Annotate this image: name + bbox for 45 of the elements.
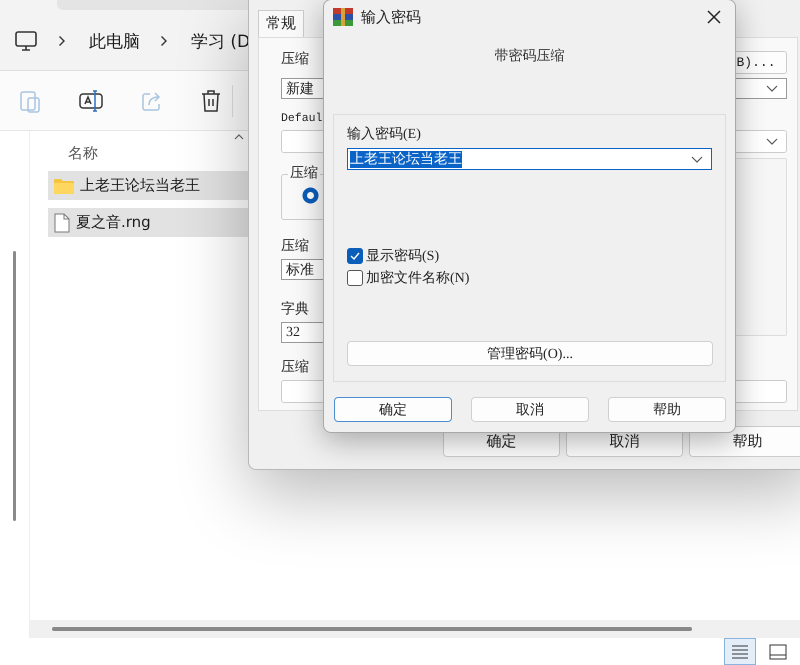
- computer-icon[interactable]: [14, 30, 38, 52]
- dialog-heading: 带密码压缩: [494, 48, 566, 66]
- details-view-button[interactable]: [724, 638, 756, 665]
- field-label: 压缩: [281, 238, 309, 256]
- tab[interactable]: 常规: [258, 10, 304, 37]
- scrollbar[interactable]: [13, 251, 16, 521]
- books-icon: [333, 8, 353, 26]
- breadcrumb-item[interactable]: 此电脑: [89, 30, 140, 52]
- chevron-down-icon: [691, 156, 703, 162]
- preview-pane-icon: [769, 644, 787, 660]
- checkbox[interactable]: [347, 270, 363, 286]
- manage-passwords-button[interactable]: 管理密码(O)...: [347, 341, 713, 366]
- field-label: 字典: [281, 301, 309, 319]
- checkbox[interactable]: [347, 248, 363, 264]
- checkbox-label[interactable]: 显示密码(S): [366, 247, 440, 265]
- field-label: Defaul: [281, 112, 322, 127]
- trash-icon[interactable]: [201, 88, 221, 112]
- radio-button[interactable]: [302, 187, 319, 204]
- sort-caret-icon: [234, 134, 244, 140]
- dialog-button[interactable]: 帮助: [689, 426, 800, 457]
- field-label: 压缩: [281, 359, 309, 377]
- chevron-right-icon: [160, 35, 168, 47]
- scrollbar[interactable]: [52, 627, 692, 631]
- dialog-button[interactable]: 确定: [334, 397, 452, 422]
- dialog-button[interactable]: 帮助: [608, 397, 726, 422]
- column-header[interactable]: 名称: [68, 144, 98, 162]
- close-icon[interactable]: [707, 10, 721, 24]
- file-name: 上老王论坛当老王: [80, 176, 200, 195]
- list-icon: [732, 644, 748, 658]
- chevron-down-icon: [766, 138, 778, 145]
- chevron-right-icon: [58, 35, 66, 47]
- password-field[interactable]: 上老王论坛当老王: [347, 148, 712, 170]
- field-label: 输入密码(E): [347, 125, 422, 143]
- rename-icon[interactable]: [79, 88, 103, 112]
- file-row[interactable]: 夏之音.rng: [48, 208, 248, 237]
- chevron-down-icon: [766, 85, 778, 92]
- dialog-button[interactable]: 取消: [471, 397, 589, 422]
- folder-icon: [54, 178, 74, 194]
- checkbox-label[interactable]: 加密文件名称(N): [366, 269, 470, 287]
- field-label: 压缩: [281, 50, 309, 68]
- window-title: 输入密码: [361, 8, 421, 26]
- document-icon: [54, 212, 70, 232]
- file-row[interactable]: 上老王论坛当老王: [48, 171, 248, 200]
- file-name: 夏之音.rng: [76, 213, 151, 232]
- password-text: 上老王论坛当老王: [350, 150, 462, 168]
